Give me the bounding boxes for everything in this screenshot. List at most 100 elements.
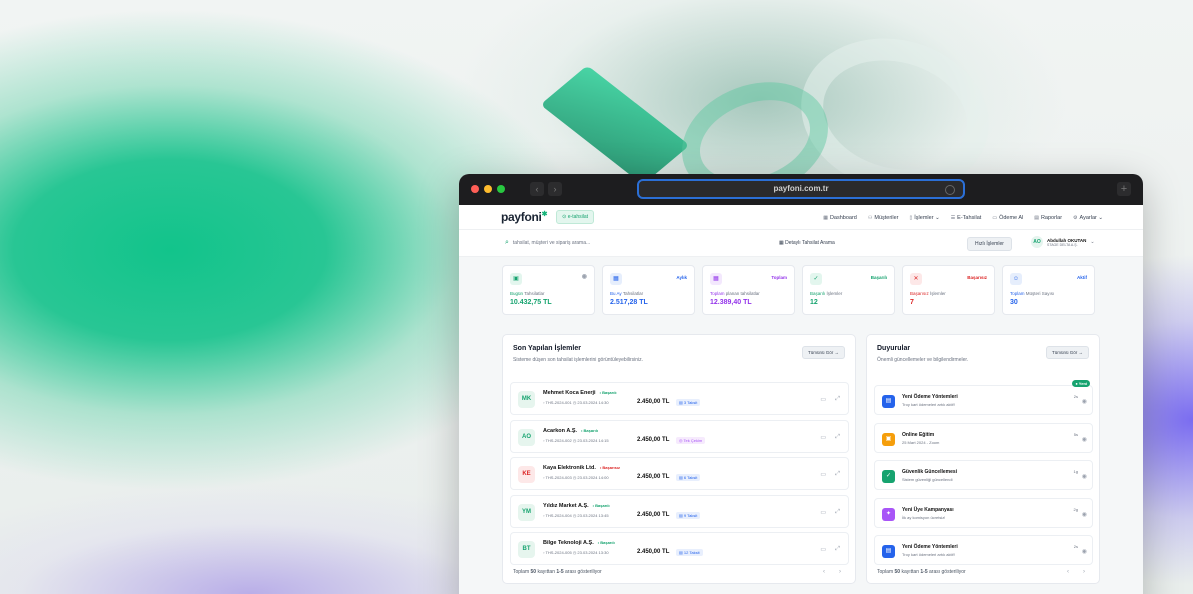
stat-value: 10.432,75 TL — [510, 299, 552, 306]
receipt-icon[interactable]: ▭ — [820, 471, 826, 478]
stat-label-strong: Bugün — [510, 291, 524, 296]
view-all-button[interactable]: Tümünü Gör → — [1045, 346, 1089, 359]
transaction-ref: ▫ THS-2024-002 — [543, 437, 572, 443]
stat-card[interactable]: ▦ Toplam Toplam planan tahsilatlar 12.389,4… — [702, 265, 795, 315]
customer-avatar: AO — [518, 428, 535, 446]
receipt-icon[interactable]: ▭ — [820, 509, 826, 516]
customer-name-text: Mehmet Koca Enerji — [543, 390, 596, 396]
menu-label: E-Tahsilat — [957, 214, 982, 221]
minimize-dot[interactable] — [484, 185, 492, 193]
transaction-meta: ▫ THS-2024-003 ◷ 23.03.2024 14:00 — [543, 475, 609, 480]
footer-text: kayıttan — [901, 569, 919, 575]
logo-text: payfoni — [501, 210, 542, 224]
transaction-amount: 2.450,00 TL — [637, 549, 670, 555]
receipt-icon[interactable]: ▭ — [820, 396, 826, 403]
next-page-icon[interactable]: › — [1083, 569, 1085, 575]
expand-icon[interactable]: ⤢ — [835, 509, 840, 516]
logo[interactable]: payfoni✱ — [501, 210, 547, 224]
stat-label-rest: Müşteri Sayısı — [1025, 291, 1055, 296]
receipt-icon[interactable]: ▭ — [820, 434, 826, 441]
announcement-item[interactable]: ✓ Güvenlik Güncellemesi Sistem güvenliği g… — [874, 460, 1093, 490]
customer-name-text: Bilge Teknoloji A.Ş. — [543, 540, 594, 546]
forward-icon[interactable]: › — [548, 182, 562, 196]
panel-subtitle: Sisteme düşen son tahsilat işlemlerini g… — [513, 357, 644, 363]
announcement-item[interactable]: ▣ Online Eğitim 25 Mart 2024 - Zoom 5s ◉ — [874, 422, 1093, 453]
new-tab-icon[interactable]: + — [1117, 182, 1131, 196]
customer-avatar: BT — [518, 541, 535, 558]
menu-item-transactions[interactable]: ▯ İşlemler ⌄ — [910, 215, 940, 221]
footer-text: kayıttan — [537, 569, 555, 575]
expand-icon[interactable]: ⤢ — [835, 546, 840, 553]
user-company: STAGE DELTA A.Ş. — [1047, 242, 1078, 247]
users-icon: ⚇ — [867, 214, 873, 221]
transaction-amount: 2.450,00 TL — [637, 436, 670, 443]
stat-value: 12 — [810, 299, 818, 306]
url-text: payfoni.com.tr — [773, 184, 829, 193]
quick-actions-button[interactable]: Hızlı İşlemler — [967, 237, 1012, 251]
eye-icon[interactable]: ◉ — [1082, 473, 1087, 480]
stat-tag: Aktif — [1077, 275, 1087, 280]
announcement-time: 2s — [1073, 544, 1078, 549]
maximize-dot[interactable] — [497, 185, 505, 193]
installment-badge: ▤ 9 Taksit — [676, 511, 701, 519]
address-bar[interactable]: payfoni.com.tr — [637, 179, 965, 199]
stat-card[interactable]: ▦ Aylık Bu Ay Tahsilatlar 2.517,28 TL — [602, 265, 695, 315]
transaction-row[interactable]: KE Kaya Elektronik Ltd. • Başarısız ▫ THS-2… — [510, 457, 849, 490]
transaction-ref: ▫ THS-2024-004 — [543, 512, 572, 518]
announcement-subtitle: Troy kart ödemeleri artık aktif! — [902, 402, 955, 407]
transaction-row[interactable]: AO Acarkon A.Ş. • Başarılı ▫ THS-2024-002 ◷… — [510, 419, 849, 453]
transaction-row[interactable]: BT Bilge Teknoloji A.Ş. • Başarılı ▫ THS-20… — [510, 532, 849, 565]
stat-card[interactable]: ▣ ◉ Bugün Tahsilatlar 10.432,75 TL — [502, 265, 595, 315]
menu-item-payment[interactable]: ▭ Ödeme Al — [992, 215, 1023, 221]
eye-icon[interactable]: ◉ — [1082, 398, 1087, 405]
stat-label-rest: planan tahsilatlar — [725, 291, 760, 296]
doc-icon: ▯ — [909, 214, 913, 221]
menu-label: Ayarlar — [1079, 214, 1097, 221]
stat-label: Bu Ay Tahsilatlar — [610, 291, 643, 296]
user-menu[interactable]: AO Abdullah OKUTAN STAGE DELTA A.Ş. ⌄ — [1031, 236, 1095, 248]
expand-icon[interactable]: ⤢ — [835, 434, 840, 441]
advanced-search-link[interactable]: ▦ Detaylı Tahsilat Arama — [779, 240, 835, 246]
footer-range: 1-5 — [556, 569, 564, 575]
announcement-item[interactable]: ✦ Yeni Üye Kampanyası İlk ay komisyon ücre… — [874, 497, 1093, 528]
stat-label: Toplam Müşteri Sayısı — [1010, 291, 1054, 296]
stat-card[interactable]: ☺ Aktif Toplam Müşteri Sayısı 30 — [1002, 265, 1095, 315]
announcement-item[interactable]: ▤ Yeni Ödeme Yöntemleri Troy kart ödemeler… — [874, 535, 1093, 565]
next-page-icon[interactable]: › — [839, 569, 841, 575]
stat-label-strong: Başarısız — [910, 291, 929, 296]
menu-item-reports[interactable]: ▤ Raporlar — [1034, 215, 1062, 221]
stat-card[interactable]: ✕ Başarısız Başarısız İşlemler 7 — [902, 265, 995, 315]
customer-avatar: YM — [518, 503, 535, 521]
eye-icon[interactable]: ◉ — [1082, 548, 1087, 555]
announcement-item[interactable]: ● Yeni ▤ Yeni Ödeme Yöntemleri Troy kart öd… — [874, 380, 1093, 415]
pagination-summary: Toplam 50 kayıttan 1-5 arası gösteriliyo… — [877, 569, 966, 575]
prev-page-icon[interactable]: ‹ — [823, 569, 825, 575]
transaction-row[interactable]: YM Yıldız Market A.Ş. • Başarılı ▫ THS-2024… — [510, 494, 849, 528]
back-icon[interactable]: ‹ — [530, 182, 544, 196]
view-all-button[interactable]: Tümünü Gör → — [801, 346, 845, 359]
announcement-icon: ▤ — [882, 395, 895, 408]
menu-item-e-collection[interactable]: ☰ E-Tahsilat — [951, 215, 982, 221]
eye-icon[interactable]: ◉ — [1082, 511, 1087, 518]
expand-icon[interactable]: ⤢ — [835, 471, 840, 478]
status-badge: • Başarılı — [597, 540, 615, 545]
footer-total: 50 — [894, 569, 901, 575]
reload-icon[interactable] — [945, 185, 955, 195]
menu-item-settings[interactable]: ⚙ Ayarlar ⌄ — [1073, 215, 1103, 221]
menu-item-customers[interactable]: ⚇ Müşteriler — [868, 215, 899, 221]
panel-subtitle: Önemli güncellemeler ve bilgilendirmeler… — [877, 357, 969, 363]
close-dot[interactable] — [471, 185, 479, 193]
prev-page-icon[interactable]: ‹ — [1067, 569, 1069, 575]
menu-item-dashboard[interactable]: ▦ Dashboard — [823, 215, 857, 221]
transaction-meta: ▫ THS-2024-004 ◷ 23.03.2024 13:45 — [543, 513, 609, 518]
search-input[interactable]: tahsilat, müşteri ve sipariş arama... — [513, 240, 590, 246]
stat-card[interactable]: ✓ Başarılı Başarılı İşlemler 12 — [802, 265, 895, 315]
customer-name-text: Yıldız Market A.Ş. — [543, 502, 589, 509]
transaction-row[interactable]: MK Mehmet Koca Enerji • Başarılı ▫ THS-2024… — [510, 382, 849, 415]
calendar-icon: ▦ — [710, 273, 722, 285]
eye-icon[interactable]: ◉ — [582, 273, 587, 280]
expand-icon[interactable]: ⤢ — [835, 396, 840, 403]
transaction-meta: ▫ THS-2024-001 ◷ 23.03.2024 14:30 — [543, 400, 609, 405]
eye-icon[interactable]: ◉ — [1082, 436, 1087, 443]
receipt-icon[interactable]: ▭ — [820, 546, 826, 553]
